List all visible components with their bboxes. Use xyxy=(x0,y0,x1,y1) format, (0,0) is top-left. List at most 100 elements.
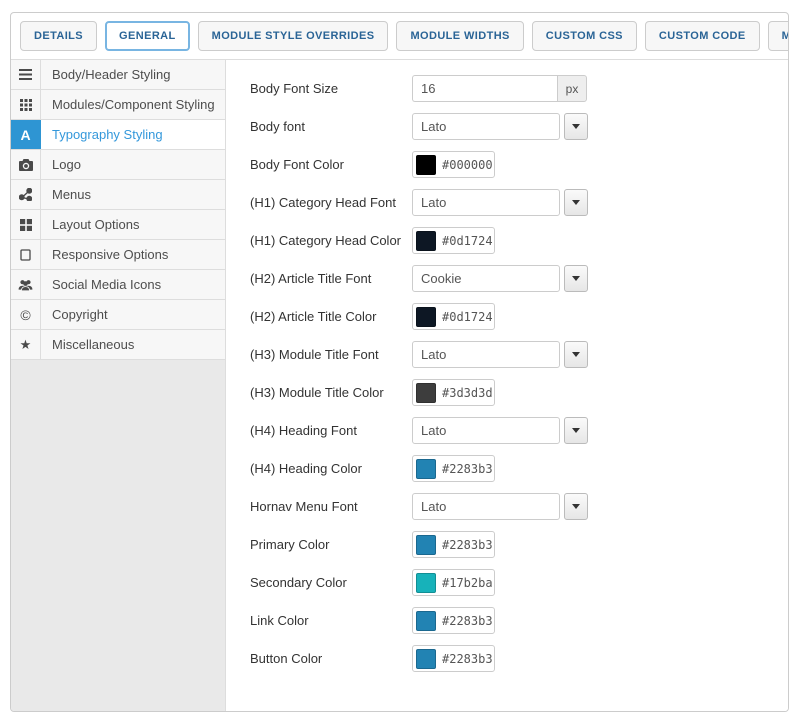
sidebar-item-responsive-options[interactable]: Responsive Options xyxy=(11,240,225,270)
font-select[interactable]: Lato xyxy=(412,417,560,444)
form-label: Hornav Menu Font xyxy=(250,499,412,514)
color-picker-field[interactable]: #0d1724 xyxy=(412,303,495,330)
form-label: Body Font Color xyxy=(250,157,412,172)
form-row-link-color: Link Color #2283b3 xyxy=(250,607,788,634)
star-icon: ★ xyxy=(11,330,41,359)
sidebar-item-label: Responsive Options xyxy=(41,240,168,269)
tab-menu-assignment[interactable]: MENU ASSIGNMENT xyxy=(768,21,789,51)
form-label: (H1) Category Head Font xyxy=(250,195,412,210)
typography-form: Body Font Size px Body font Lato Body Fo… xyxy=(226,60,788,712)
tab-label: MODULE WIDTHS xyxy=(410,30,509,42)
form-label: (H2) Article Title Font xyxy=(250,271,412,286)
sidebar-item-label: Logo xyxy=(41,150,81,179)
color-picker-field[interactable]: #0d1724 xyxy=(412,227,495,254)
font-select[interactable]: Lato xyxy=(412,189,560,216)
square-outline-icon xyxy=(11,240,41,269)
hex-value: #2283b3 xyxy=(442,538,493,552)
tab-custom-css[interactable]: CUSTOM CSS xyxy=(532,21,637,51)
color-picker-field[interactable]: #3d3d3d xyxy=(412,379,495,406)
form-row-h2-article-title-color: (H2) Article Title Color #0d1724 xyxy=(250,303,788,330)
sidebar-item-copyright[interactable]: © Copyright xyxy=(11,300,225,330)
tab-module-style-overrides[interactable]: MODULE STYLE OVERRIDES xyxy=(198,21,389,51)
color-picker-field[interactable]: #000000 xyxy=(412,151,495,178)
color-swatch xyxy=(416,573,436,593)
font-select[interactable]: Cookie xyxy=(412,265,560,292)
form-label: Link Color xyxy=(250,613,412,628)
tab-custom-code[interactable]: CUSTOM CODE xyxy=(645,21,760,51)
select-open-button[interactable] xyxy=(564,341,588,368)
form-row-body-font-color: Body Font Color #000000 xyxy=(250,151,788,178)
color-swatch xyxy=(416,535,436,555)
general-tab-content: Body/Header Styling Modules/Component St… xyxy=(11,59,788,712)
chevron-down-icon xyxy=(572,124,580,129)
form-label: (H3) Module Title Font xyxy=(250,347,412,362)
sidebar-item-label: Modules/Component Styling xyxy=(41,90,215,119)
form-row-h1-category-head-font: (H1) Category Head Font Lato xyxy=(250,189,788,216)
select-group: Lato xyxy=(412,341,588,368)
form-label: Secondary Color xyxy=(250,575,412,590)
chevron-down-icon xyxy=(572,504,580,509)
select-open-button[interactable] xyxy=(564,265,588,292)
text-input[interactable] xyxy=(412,75,557,102)
color-swatch xyxy=(416,307,436,327)
sidebar-item-typography-styling[interactable]: A Typography Styling xyxy=(11,120,225,150)
form-label: Primary Color xyxy=(250,537,412,552)
sidebar-item-label: Menus xyxy=(41,180,91,209)
form-label: Button Color xyxy=(250,651,412,666)
color-picker-field[interactable]: #2283b3 xyxy=(412,645,495,672)
select-open-button[interactable] xyxy=(564,493,588,520)
tab-label: MENU ASSIGNMENT xyxy=(782,30,789,42)
th-large-icon xyxy=(11,210,41,239)
color-swatch xyxy=(416,383,436,403)
select-open-button[interactable] xyxy=(564,113,588,140)
sidebar-item-miscellaneous[interactable]: ★ Miscellaneous xyxy=(11,330,225,360)
form-row-primary-color: Primary Color #2283b3 xyxy=(250,531,788,558)
form-label: (H3) Module Title Color xyxy=(250,385,412,400)
hex-value: #17b2ba xyxy=(442,576,493,590)
sidebar-item-social-media-icons[interactable]: Social Media Icons xyxy=(11,270,225,300)
grid-icon xyxy=(11,90,41,119)
sidebar-item-logo[interactable]: Logo xyxy=(11,150,225,180)
form-row-h1-category-head-color: (H1) Category Head Color #0d1724 xyxy=(250,227,788,254)
users-icon xyxy=(11,270,41,299)
font-select[interactable]: Lato xyxy=(412,113,560,140)
color-picker-field[interactable]: #2283b3 xyxy=(412,455,495,482)
form-label: Body Font Size xyxy=(250,81,412,96)
template-settings-panel: DETAILS GENERAL MODULE STYLE OVERRIDES MODU… xyxy=(10,12,789,712)
hex-value: #2283b3 xyxy=(442,652,493,666)
color-swatch xyxy=(416,649,436,669)
form-label: Body font xyxy=(250,119,412,134)
form-row-hornav-menu-font: Hornav Menu Font Lato xyxy=(250,493,788,520)
form-label: (H4) Heading Font xyxy=(250,423,412,438)
select-group: Lato xyxy=(412,113,588,140)
font-select[interactable]: Lato xyxy=(412,341,560,368)
tab-label: MODULE STYLE OVERRIDES xyxy=(212,30,375,42)
camera-icon xyxy=(11,150,41,179)
select-open-button[interactable] xyxy=(564,417,588,444)
settings-sidebar: Body/Header Styling Modules/Component St… xyxy=(11,60,226,712)
unit-addon: px xyxy=(557,75,587,102)
sidebar-item-body-header-styling[interactable]: Body/Header Styling xyxy=(11,60,225,90)
tab-module-widths[interactable]: MODULE WIDTHS xyxy=(396,21,523,51)
tab-general[interactable]: GENERAL xyxy=(105,21,190,51)
sidebar-item-modules-component-styling[interactable]: Modules/Component Styling xyxy=(11,90,225,120)
select-open-button[interactable] xyxy=(564,189,588,216)
form-row-body-font: Body font Lato xyxy=(250,113,788,140)
sidebar-item-label: Body/Header Styling xyxy=(41,60,171,89)
sidebar-item-layout-options[interactable]: Layout Options xyxy=(11,210,225,240)
sidebar-item-menus[interactable]: Menus xyxy=(11,180,225,210)
hex-value: #3d3d3d xyxy=(442,386,493,400)
tab-details[interactable]: DETAILS xyxy=(20,21,97,51)
share-nodes-icon xyxy=(11,180,41,209)
color-picker-field[interactable]: #2283b3 xyxy=(412,531,495,558)
color-picker-field[interactable]: #2283b3 xyxy=(412,607,495,634)
sidebar-item-label: Miscellaneous xyxy=(41,330,134,359)
color-swatch xyxy=(416,459,436,479)
color-picker-field[interactable]: #17b2ba xyxy=(412,569,495,596)
select-group: Cookie xyxy=(412,265,588,292)
form-label: (H2) Article Title Color xyxy=(250,309,412,324)
font-select[interactable]: Lato xyxy=(412,493,560,520)
hex-value: #2283b3 xyxy=(442,614,493,628)
form-row-secondary-color: Secondary Color #17b2ba xyxy=(250,569,788,596)
form-row-h2-article-title-font: (H2) Article Title Font Cookie xyxy=(250,265,788,292)
